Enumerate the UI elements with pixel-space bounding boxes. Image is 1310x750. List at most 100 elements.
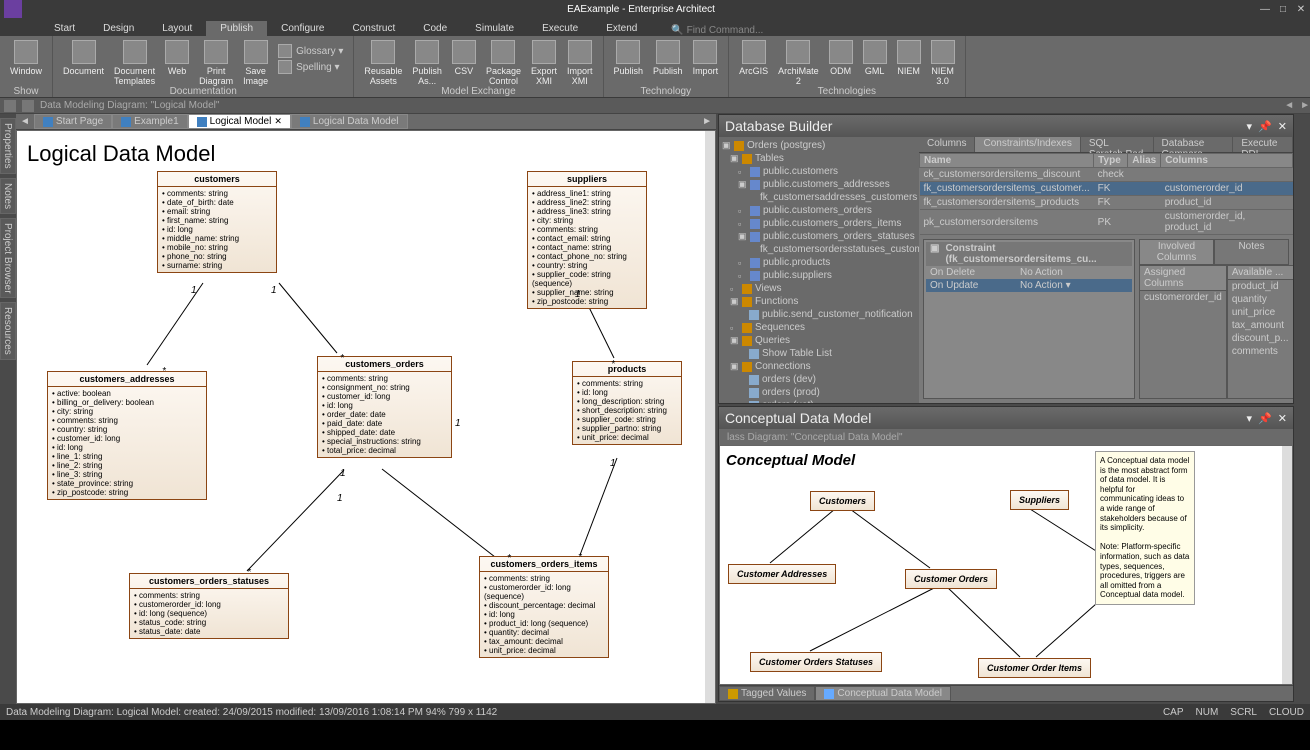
- assigned-column[interactable]: customerorder_id: [1140, 291, 1226, 304]
- menu-configure[interactable]: Configure: [267, 21, 338, 36]
- entity-suppliers[interactable]: suppliersaddress_line1: stringaddress_li…: [527, 171, 647, 309]
- menu-code[interactable]: Code: [409, 21, 461, 36]
- form-row[interactable]: On DeleteNo Action: [926, 266, 1132, 279]
- involved-columns-tab[interactable]: Involved Columns: [1139, 239, 1214, 265]
- diagram-canvas[interactable]: Logical Data Model customerscomments: st…: [16, 130, 716, 704]
- concept-entity[interactable]: Customer Order Items: [978, 658, 1091, 678]
- tree-connections[interactable]: ▣Connections: [729, 360, 917, 373]
- ribbon-import[interactable]: ImportXMI: [563, 40, 597, 86]
- tree-item[interactable]: public.send_customer_notification: [737, 308, 917, 321]
- ribbon-reusable[interactable]: ReusableAssets: [360, 40, 406, 86]
- tree-item[interactable]: Show Table List: [737, 347, 917, 360]
- tree-sequences[interactable]: ▫Sequences: [729, 321, 917, 334]
- ribbon-niem[interactable]: NIEM: [893, 40, 925, 86]
- panel-pin-icon[interactable]: 📌: [1258, 120, 1272, 133]
- menu-layout[interactable]: Layout: [148, 21, 206, 36]
- ribbon-spelling[interactable]: Spelling ▾: [278, 60, 343, 74]
- ribbon-archimate[interactable]: ArchiMate2: [774, 40, 823, 86]
- note-element[interactable]: A Conceptual data model is the most abst…: [1095, 451, 1195, 605]
- tree-table[interactable]: ▫public.customers_orders: [737, 204, 917, 217]
- panel-close-icon[interactable]: ✕: [1278, 120, 1287, 133]
- ribbon-document[interactable]: DocumentTemplates: [110, 40, 159, 86]
- close-icon[interactable]: ✕: [274, 116, 282, 127]
- concept-entity[interactable]: Customer Orders: [905, 569, 997, 589]
- menu-construct[interactable]: Construct: [338, 21, 409, 36]
- entity-customers_addresses[interactable]: customers_addressesactive: booleanbillin…: [47, 371, 207, 500]
- entity-products[interactable]: productscomments: stringid: longlong_des…: [572, 361, 682, 445]
- ribbon-package[interactable]: PackageControl: [482, 40, 525, 86]
- home-icon[interactable]: [4, 100, 16, 112]
- grid-row[interactable]: fk_customersordersitems_customer...FKcus…: [920, 182, 1293, 196]
- ribbon-niem[interactable]: NIEM3.0: [927, 40, 959, 86]
- available-column[interactable]: product_id: [1228, 280, 1293, 293]
- panel-pin-icon[interactable]: 📌: [1258, 412, 1272, 425]
- tree-views[interactable]: ▫Views: [729, 282, 917, 295]
- constraints-grid[interactable]: NameTypeAliasColumnsck_customersordersit…: [919, 153, 1293, 235]
- tree-table[interactable]: ▫public.suppliers: [737, 269, 917, 282]
- available-column[interactable]: comments: [1228, 345, 1293, 358]
- ribbon-export[interactable]: ExportXMI: [527, 40, 561, 86]
- dock-tab-resources[interactable]: Resources: [0, 302, 16, 360]
- ribbon-glossary[interactable]: Glossary ▾: [278, 44, 343, 58]
- entity-customers_orders_items[interactable]: customers_orders_itemscomments: stringcu…: [479, 556, 609, 658]
- menu-simulate[interactable]: Simulate: [461, 21, 528, 36]
- constraint-properties[interactable]: ▣Constraint (fk_customersordersitems_cu.…: [923, 239, 1135, 399]
- ribbon-print[interactable]: PrintDiagram: [195, 40, 237, 86]
- available-column[interactable]: discount_p...: [1228, 332, 1293, 345]
- editor-tab[interactable]: Logical Data Model: [291, 114, 408, 129]
- db-tab-database-compare[interactable]: Database Compare: [1154, 137, 1234, 152]
- ribbon-publish[interactable]: Publish: [610, 40, 648, 86]
- nav-icon[interactable]: [22, 100, 34, 112]
- tab-nav-left[interactable]: ◄: [16, 116, 34, 127]
- ribbon-csv[interactable]: CSV: [448, 40, 480, 86]
- db-tab-sql-scratch-pad[interactable]: SQL Scratch Pad: [1081, 137, 1154, 152]
- menu-extend[interactable]: Extend: [592, 21, 651, 36]
- db-tab-columns[interactable]: Columns: [919, 137, 975, 152]
- available-column[interactable]: quantity: [1228, 293, 1293, 306]
- tree-tables[interactable]: ▣Tables: [729, 152, 917, 165]
- tree-root[interactable]: ▣Orders (postgres): [721, 139, 917, 152]
- tree-functions[interactable]: ▣Functions: [729, 295, 917, 308]
- tree-fk[interactable]: fk_customersordersstatuses_customersorde…: [745, 243, 917, 256]
- dock-tab-properties[interactable]: Properties: [0, 118, 16, 174]
- ribbon-publish[interactable]: PublishAs...: [408, 40, 446, 86]
- menu-publish[interactable]: Publish: [206, 21, 267, 36]
- ribbon-arcgis[interactable]: ArcGIS: [735, 40, 772, 86]
- concept-entity[interactable]: Suppliers: [1010, 490, 1069, 510]
- tree-table[interactable]: ▣public.customers_orders_statuses: [737, 230, 917, 243]
- editor-tab[interactable]: Logical Model✕: [188, 114, 291, 129]
- panel-menu-icon[interactable]: ▾: [1247, 412, 1253, 425]
- tree-queries[interactable]: ▣Queries: [729, 334, 917, 347]
- available-column[interactable]: tax_amount: [1228, 319, 1293, 332]
- concept-diagram-tab[interactable]: Conceptual Data Model: [815, 686, 951, 701]
- menu-execute[interactable]: Execute: [528, 21, 592, 36]
- menu-design[interactable]: Design: [89, 21, 148, 36]
- notes-tab[interactable]: Notes: [1214, 239, 1289, 265]
- entity-customers[interactable]: customerscomments: stringdate_of_birth: …: [157, 171, 277, 273]
- entity-customers_orders[interactable]: customers_orderscomments: stringconsignm…: [317, 356, 452, 458]
- tree-item[interactable]: orders (uat): [737, 399, 917, 403]
- dock-tab-project-browser[interactable]: Project Browser: [0, 218, 16, 299]
- maximize-button[interactable]: □: [1274, 0, 1292, 18]
- dock-tab-notes[interactable]: Notes: [0, 178, 16, 214]
- tree-table[interactable]: ▫public.customers: [737, 165, 917, 178]
- editor-tab[interactable]: Example1: [112, 114, 187, 129]
- concept-entity[interactable]: Customers: [810, 491, 875, 511]
- grid-header[interactable]: Name: [920, 154, 1094, 168]
- ribbon-odm[interactable]: ODM: [825, 40, 857, 86]
- grid-row[interactable]: ck_customersordersitems_discountcheck: [920, 168, 1293, 182]
- grid-row[interactable]: fk_customersordersitems_productsFKproduc…: [920, 196, 1293, 210]
- ribbon-save[interactable]: SaveImage: [239, 40, 272, 86]
- concept-entity[interactable]: Customer Orders Statuses: [750, 652, 882, 672]
- editor-tab[interactable]: Start Page: [34, 114, 112, 129]
- nav-left-icon[interactable]: ◄: [1284, 100, 1294, 111]
- minimize-button[interactable]: —: [1256, 0, 1274, 18]
- panel-close-icon[interactable]: ✕: [1278, 412, 1287, 425]
- ribbon-document[interactable]: Document: [59, 40, 108, 86]
- db-tab-execute-ddl[interactable]: Execute DDL: [1233, 137, 1293, 152]
- ribbon-import[interactable]: Import: [689, 40, 723, 86]
- tree-fk[interactable]: fk_customersaddresses_customers: [745, 191, 917, 204]
- tagged-values-tab[interactable]: Tagged Values: [719, 686, 815, 701]
- ribbon-web[interactable]: Web: [161, 40, 193, 86]
- db-tree[interactable]: ▣Orders (postgres)▣Tables▫public.custome…: [719, 137, 919, 403]
